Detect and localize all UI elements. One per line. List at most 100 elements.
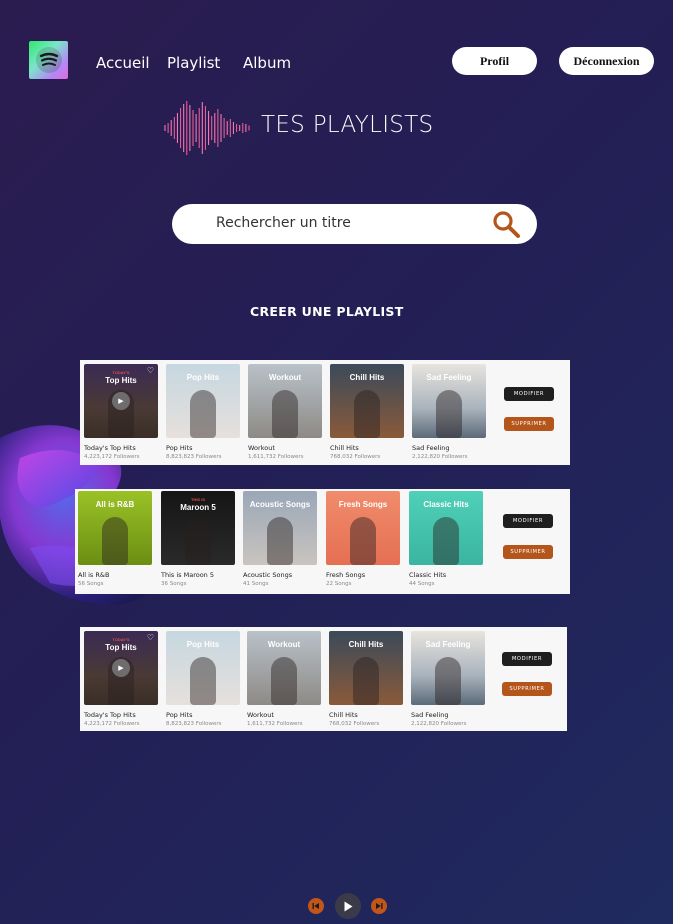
playlist-meta: 36 Songs xyxy=(161,581,187,587)
delete-button[interactable]: SUPPRIMER xyxy=(503,545,553,559)
cover-title: Workout xyxy=(268,373,302,382)
playlist-name: Today's Top Hits xyxy=(84,711,136,719)
playlist-cover[interactable]: Chill Hits xyxy=(330,364,404,438)
delete-button[interactable]: SUPPRIMER xyxy=(502,682,552,696)
playlist-name: Sad Feeling xyxy=(411,711,449,719)
cover-title: Fresh Songs xyxy=(338,500,388,509)
cover-title: Top Hits xyxy=(105,376,137,385)
cover-figure xyxy=(102,517,128,565)
playlist-card[interactable]: THIS IS Maroon 5 This is Maroon 5 36 Songs xyxy=(161,491,237,591)
cover-title: Acoustic Songs xyxy=(249,500,311,509)
playlist-name: All is R&B xyxy=(78,571,110,579)
playlist-meta: 2,122,820 Followers xyxy=(411,721,467,727)
playlist-meta: 41 Songs xyxy=(243,581,269,587)
modify-button[interactable]: MODIFIER xyxy=(504,387,554,401)
logo-icon xyxy=(35,47,62,73)
playlist-cover[interactable]: TODAY'S Top Hits ♡ ▶ xyxy=(84,631,158,705)
page-title: TES PLAYLISTS xyxy=(261,112,434,138)
search-icon[interactable] xyxy=(491,209,521,239)
cover-figure xyxy=(190,657,216,705)
app-logo[interactable] xyxy=(29,41,68,79)
previous-button[interactable] xyxy=(308,898,324,914)
next-icon xyxy=(376,903,383,909)
playlist-name: Fresh Songs xyxy=(326,571,366,579)
playlist-card[interactable]: Chill Hits Chill Hits 768,032 Followers xyxy=(329,631,405,731)
playlist-name: Workout xyxy=(248,444,275,452)
playlist-meta: 8,823,823 Followers xyxy=(166,454,222,460)
playlist-card[interactable]: Pop Hits Pop Hits 8,823,823 Followers xyxy=(166,364,242,464)
cover-figure xyxy=(185,517,211,565)
playlist-meta: 1,611,732 Followers xyxy=(247,721,303,727)
cover-title: Chill Hits xyxy=(349,373,385,382)
nav-album[interactable]: Album xyxy=(243,54,291,72)
heart-icon[interactable]: ♡ xyxy=(147,366,154,375)
next-button[interactable] xyxy=(371,898,387,914)
playlist-card[interactable]: Acoustic Songs Acoustic Songs 41 Songs xyxy=(243,491,319,591)
playlist-card[interactable]: Sad Feeling Sad Feeling 2,122,820 Follower… xyxy=(411,631,487,731)
logout-button[interactable]: Déconnexion xyxy=(559,47,654,75)
cover-title: Top Hits xyxy=(105,643,137,652)
playlist-card[interactable]: Fresh Songs Fresh Songs 22 Songs xyxy=(326,491,402,591)
playlist-meta: 22 Songs xyxy=(326,581,352,587)
playlist-card[interactable]: Sad Feeling Sad Feeling 2,122,820 Follower… xyxy=(412,364,488,464)
playlist-card[interactable]: Workout Workout 1,611,732 Followers xyxy=(248,364,324,464)
playlist-meta: 4,223,172 Followers xyxy=(84,721,140,727)
playlist-cover[interactable]: Sad Feeling xyxy=(412,364,486,438)
playlist-cover[interactable]: All is R&B xyxy=(78,491,152,565)
playlist-name: Today's Top Hits xyxy=(84,444,136,452)
playlist-cover[interactable]: Chill Hits xyxy=(329,631,403,705)
play-icon[interactable]: ▶ xyxy=(112,392,130,410)
playlist-card[interactable]: Workout Workout 1,611,732 Followers xyxy=(247,631,323,731)
cover-figure xyxy=(353,657,379,705)
cover-figure xyxy=(272,390,298,438)
cover-title: Pop Hits xyxy=(186,373,220,382)
search-input[interactable]: Rechercher un titre xyxy=(216,215,351,231)
playlist-cover[interactable]: Workout xyxy=(248,364,322,438)
delete-button[interactable]: SUPPRIMER xyxy=(504,417,554,431)
playlist-cover[interactable]: Workout xyxy=(247,631,321,705)
playlist-name: Acoustic Songs xyxy=(243,571,293,579)
playlist-card[interactable]: TODAY'S Top Hits ♡ ▶ Today's Top Hits 4,223,1… xyxy=(84,631,160,731)
cover-figure xyxy=(190,390,216,438)
waveform-icon xyxy=(164,101,250,155)
playlist-card[interactable]: Classic Hits Classic Hits 44 Songs xyxy=(409,491,485,591)
playlist-cover[interactable]: THIS IS Maroon 5 xyxy=(161,491,235,565)
play-icon[interactable]: ▶ xyxy=(112,659,130,677)
playlist-name: This is Maroon 5 xyxy=(161,571,215,579)
playlist-card[interactable]: Pop Hits Pop Hits 8,823,823 Followers xyxy=(166,631,242,731)
cover-title: Pop Hits xyxy=(186,640,220,649)
playlist-card[interactable]: TODAY'S Top Hits ♡ ▶ Today's Top Hits 4,223,1… xyxy=(84,364,160,464)
playlist-cover[interactable]: Fresh Songs xyxy=(326,491,400,565)
playlist-card[interactable]: Chill Hits Chill Hits 768,032 Followers xyxy=(330,364,406,464)
playlist-meta: 768,032 Followers xyxy=(329,721,380,727)
heart-icon[interactable]: ♡ xyxy=(147,633,154,642)
cover-title: All is R&B xyxy=(95,500,135,509)
playlist-cover[interactable]: Sad Feeling xyxy=(411,631,485,705)
playlist-cover[interactable]: TODAY'S Top Hits ♡ ▶ xyxy=(84,364,158,438)
modify-button[interactable]: MODIFIER xyxy=(502,652,552,666)
nav-accueil[interactable]: Accueil xyxy=(96,54,150,72)
playlist-name: Pop Hits xyxy=(166,444,193,452)
playlist-cover[interactable]: Acoustic Songs xyxy=(243,491,317,565)
previous-icon xyxy=(312,903,319,909)
create-playlist-button[interactable]: CREER UNE PLAYLIST xyxy=(250,304,404,319)
cover-title: Classic Hits xyxy=(423,500,469,509)
playlist-card[interactable]: All is R&B All is R&B 56 Songs xyxy=(78,491,154,591)
cover-title: Maroon 5 xyxy=(180,503,216,512)
playlist-cover[interactable]: Pop Hits xyxy=(166,631,240,705)
nav-playlist[interactable]: Playlist xyxy=(167,54,220,72)
playlist-meta: 56 Songs xyxy=(78,581,104,587)
playlist-cover[interactable]: Classic Hits xyxy=(409,491,483,565)
playlist-meta: 4,223,172 Followers xyxy=(84,454,140,460)
profile-button[interactable]: Profil xyxy=(452,47,537,75)
playlist-meta: 2,122,820 Followers xyxy=(412,454,468,460)
playlist-row: TODAY'S Top Hits ♡ ▶ Today's Top Hits 4,223,1… xyxy=(80,627,567,731)
search-bar[interactable]: Rechercher un titre xyxy=(172,204,537,244)
play-button[interactable] xyxy=(335,893,361,919)
playlist-name: Chill Hits xyxy=(330,444,359,452)
modify-button[interactable]: MODIFIER xyxy=(503,514,553,528)
cover-figure xyxy=(271,657,297,705)
playlist-cover[interactable]: Pop Hits xyxy=(166,364,240,438)
cover-figure xyxy=(436,390,462,438)
playlist-name: Classic Hits xyxy=(409,571,447,579)
